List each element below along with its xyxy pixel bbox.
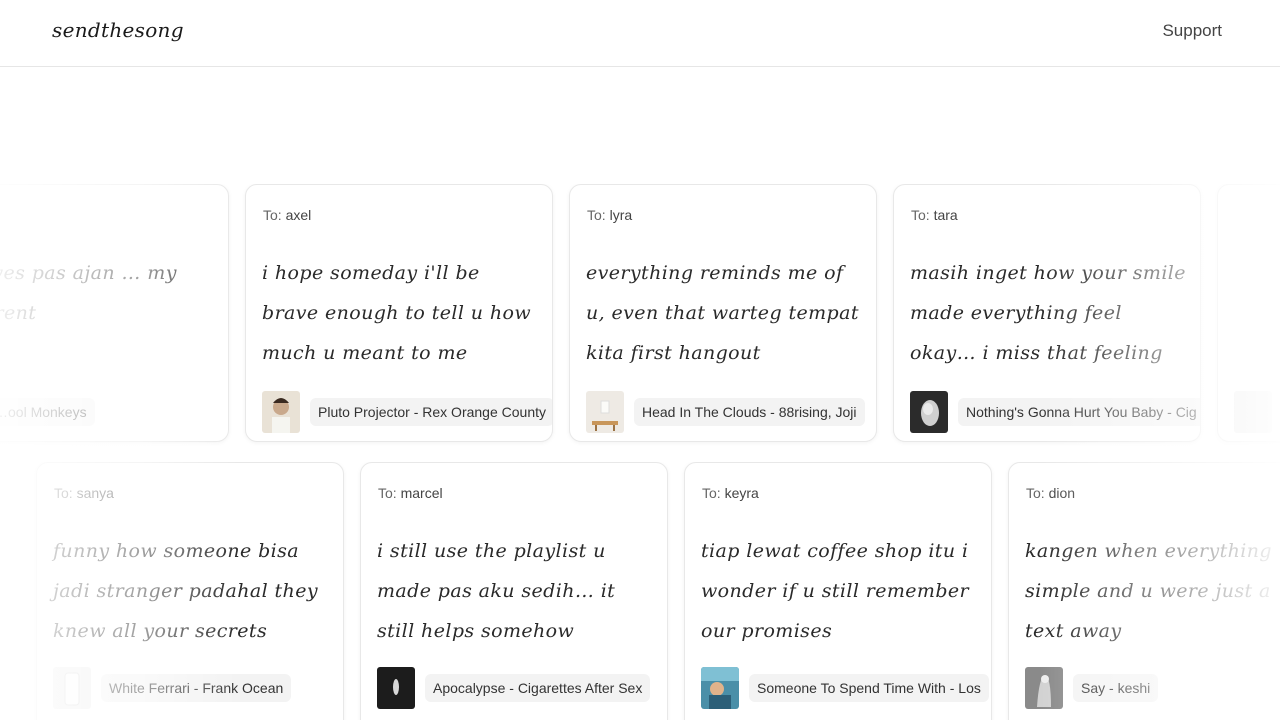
message-text: i still use the playlist u made pas aku … — [377, 540, 616, 642]
song-chip[interactable]: Pluto Projector - Rex Orange County — [262, 391, 552, 433]
message-card[interactable]: To: lyra everything reminds me of u, eve… — [569, 184, 877, 442]
song-title: Apocalypse - Cigarettes After Sex — [425, 674, 651, 702]
top-bar: sendthesong Support — [0, 0, 1280, 67]
song-chip[interactable]: Say - keshi — [1025, 667, 1280, 709]
song-title: Pluto Projector - Rex Orange County — [310, 398, 552, 426]
logo[interactable]: sendthesong — [52, 18, 184, 42]
recipient-label: To: marcel — [378, 485, 443, 501]
message-card[interactable]: To: tara masih inget how your smile made… — [893, 184, 1201, 442]
song-title: Head In The Clouds - 88rising, Joji — [634, 398, 865, 426]
recipient-label: To: keyra — [702, 485, 759, 501]
recipient-label: To: axel — [263, 207, 312, 223]
song-chip[interactable]: Head In The Clouds - 88rising, Joji — [586, 391, 866, 433]
recipient-label: To: lyra — [587, 207, 633, 223]
message-text: everything reminds me of u, even that wa… — [586, 262, 859, 364]
song-chip[interactable] — [1234, 391, 1280, 433]
message-card[interactable]: To: sanya funny how someone bisa jadi st… — [36, 462, 344, 720]
album-cover-icon — [1234, 391, 1272, 433]
song-title: Say - keshi — [1073, 674, 1159, 702]
recipient-label: To: sanya — [54, 485, 114, 501]
message-text: kangen when everything simple and u were… — [1025, 540, 1272, 642]
message-card[interactable]: To: keyra tiap lewat coffee shop itu i w… — [684, 462, 992, 720]
message-text: masih inget how your smile made everythi… — [910, 262, 1186, 364]
album-cover-icon — [1025, 667, 1063, 709]
song-title: …ool Monkeys — [0, 398, 95, 426]
message-card[interactable]: To: … drives pas ajan … my mind rent …oo… — [0, 184, 229, 442]
song-title: Nothing's Gonna Hurt You Baby - Cig — [958, 398, 1200, 426]
message-card[interactable] — [1217, 184, 1280, 442]
album-cover-icon — [910, 391, 948, 433]
message-text: … drives pas ajan … my mind rent — [0, 262, 177, 324]
message-row-1[interactable]: To: … drives pas ajan … my mind rent …oo… — [0, 184, 1280, 446]
recipient-label: To: dion — [1026, 485, 1076, 501]
song-chip[interactable]: White Ferrari - Frank Ocean — [53, 667, 333, 709]
album-cover-icon — [262, 391, 300, 433]
message-card[interactable]: To: marcel i still use the playlist u ma… — [360, 462, 668, 720]
album-cover-icon — [377, 667, 415, 709]
message-text: i hope someday i'll be brave enough to t… — [262, 262, 531, 364]
song-title: White Ferrari - Frank Ocean — [101, 674, 292, 702]
message-text: tiap lewat coffee shop itu i wonder if u… — [701, 540, 970, 642]
message-card[interactable]: To: axel i hope someday i'll be brave en… — [245, 184, 553, 442]
recipient-label: To: tara — [911, 207, 958, 223]
album-cover-icon — [586, 391, 624, 433]
song-chip[interactable]: Nothing's Gonna Hurt You Baby - Cig — [910, 391, 1200, 433]
message-text: funny how someone bisa jadi stranger pad… — [53, 540, 318, 642]
album-cover-icon — [701, 667, 739, 709]
song-chip[interactable]: …ool Monkeys — [0, 391, 218, 433]
song-chip[interactable]: Apocalypse - Cigarettes After Sex — [377, 667, 657, 709]
song-chip[interactable]: Someone To Spend Time With - Los — [701, 667, 989, 709]
message-card[interactable]: To: dion kangen when everything simple a… — [1008, 462, 1280, 720]
song-title: Someone To Spend Time With - Los — [749, 674, 989, 702]
support-link[interactable]: Support — [1162, 21, 1222, 41]
message-row-2[interactable]: To: sanya funny how someone bisa jadi st… — [0, 462, 1280, 720]
album-cover-icon — [53, 667, 91, 709]
